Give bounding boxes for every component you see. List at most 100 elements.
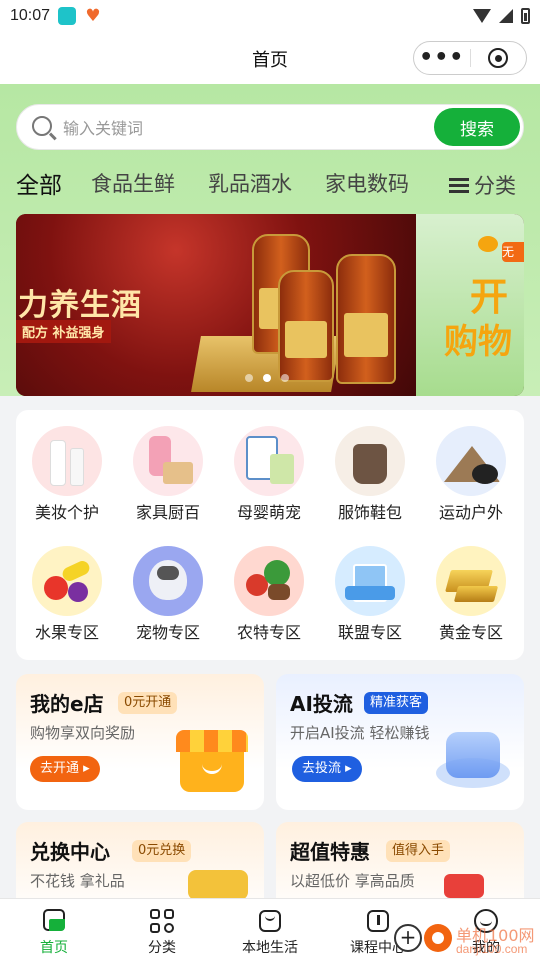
category-label: 黄金专区 [438, 623, 503, 642]
promo-tag: 值得入手 [386, 840, 451, 862]
pagination-dot-active[interactable] [263, 374, 271, 382]
wifi-icon [473, 9, 491, 23]
mini-program-capsule: ••• [413, 41, 527, 75]
list-icon [449, 177, 469, 193]
category-label: 农特专区 [236, 623, 301, 642]
banner-slide-sub: 配方 补益强身 [22, 326, 105, 341]
promo-title: 我的e店 [30, 692, 104, 716]
vegetables-icon [234, 546, 304, 616]
category-cosmetics[interactable]: 美妆个护 [22, 426, 112, 523]
banner-slide-title: 力养生酒 [18, 288, 142, 323]
promo-banner[interactable]: 力养生酒 配方 补益强身 无 开 购物 [16, 214, 524, 396]
category-label: 服饰鞋包 [337, 503, 402, 522]
wine-bottle-image [278, 270, 334, 382]
plus-icon: + [394, 924, 422, 952]
battery-icon [521, 8, 530, 24]
banner-slide-wine: 力养生酒 配方 补益强身 [16, 214, 416, 396]
promo-title: AI投流 [290, 692, 353, 716]
tabbar-local-life[interactable]: 本地生活 [216, 907, 324, 957]
category-apparel[interactable]: 服饰鞋包 [325, 426, 415, 523]
fruit-icon [32, 546, 102, 616]
close-program-button[interactable] [471, 48, 527, 68]
special-offer-icon [444, 874, 484, 898]
pagination-dot[interactable] [281, 374, 289, 382]
category-gold[interactable]: 黄金专区 [426, 546, 516, 643]
search-bar: 搜索 [16, 104, 524, 150]
search-button[interactable]: 搜索 [434, 108, 520, 146]
tab-electronics[interactable]: 家电数码 [325, 168, 409, 198]
category-household[interactable]: 家具厨百 [123, 426, 213, 523]
app-notification-icon [58, 7, 77, 25]
category-outdoor[interactable]: 运动户外 [426, 426, 516, 523]
search-input[interactable] [63, 113, 423, 143]
category-grid: 美妆个护 家具厨百 母婴萌宠 服饰鞋包 运动户外 水果专区 宠物专区 农特专区 … [16, 410, 524, 660]
more-menu-button[interactable]: ••• [414, 47, 470, 69]
tabbar-label: 首页 [40, 940, 68, 956]
home-icon [40, 907, 68, 935]
category-tabs: 全部 食品生鲜 乳品酒水 家电数码 分类 [16, 166, 524, 200]
promo-tag: 0元兑换 [132, 840, 192, 862]
category-pets[interactable]: 宠物专区 [123, 546, 213, 643]
gold-bar-icon [436, 546, 506, 616]
promo-subtitle: 购物享双向奖励 [30, 724, 136, 742]
tab-all[interactable]: 全部 [16, 166, 62, 200]
category-label: 运动户外 [438, 503, 503, 522]
course-icon [364, 907, 392, 935]
bee-icon [478, 236, 498, 252]
promo-title: 兑换中心 [30, 840, 110, 864]
handbag-icon [335, 426, 405, 496]
promo-subtitle: 开启AI投流 轻松赚钱 [290, 724, 430, 742]
category-label: 美妆个护 [34, 503, 99, 522]
building-icon [335, 546, 405, 616]
tent-icon [436, 426, 506, 496]
heart-notification-icon: ♥ [85, 6, 101, 26]
category-baby[interactable]: 母婴萌宠 [224, 426, 314, 523]
grid-icon [148, 907, 176, 935]
ai-icon [436, 730, 510, 794]
tab-category[interactable]: 分类 [449, 170, 516, 200]
promo-tag: 精准获客 [364, 692, 429, 714]
promo-tag: 0元开通 [118, 692, 178, 714]
target-icon [488, 48, 509, 68]
pagination-dot[interactable] [245, 374, 253, 382]
ai-traffic-button[interactable]: 去投流 ▸ [292, 756, 362, 782]
promo-subtitle: 不花钱 拿礼品 [30, 872, 125, 890]
tab-food[interactable]: 食品生鲜 [91, 168, 175, 198]
open-estore-button[interactable]: 去开通 ▸ [30, 756, 100, 782]
promo-card-estore[interactable]: 我的e店 0元开通 购物享双向奖励 去开通 ▸ [16, 674, 264, 810]
category-label: 家具厨百 [135, 503, 200, 522]
category-label: 水果专区 [34, 623, 99, 642]
banner-next-sub: 购物 [444, 322, 512, 362]
exchange-gift-icon [188, 870, 248, 900]
category-label: 联盟专区 [337, 623, 402, 642]
tabbar-label: 分类 [148, 940, 176, 956]
banner-ribbon: 配方 补益强身 [16, 320, 111, 343]
shop-icon [176, 730, 248, 794]
baby-formula-icon [234, 426, 304, 496]
signal-icon [499, 9, 513, 23]
nav-bar: 首页 ••• [0, 32, 540, 84]
tabbar-home[interactable]: 首页 [0, 907, 108, 957]
banner-pagination [245, 374, 289, 382]
category-alliance[interactable]: 联盟专区 [325, 546, 415, 643]
promo-card-ai[interactable]: AI投流 精准获客 开启AI投流 轻松赚钱 去投流 ▸ [276, 674, 524, 810]
banner-next-title: 开 [470, 275, 509, 319]
category-label: 母婴萌宠 [236, 503, 301, 522]
banner-next-badge: 无 [502, 242, 524, 262]
status-bar: 10:07 ♥ [0, 0, 540, 32]
banner-slide-next: 无 开 购物 [416, 214, 524, 396]
watermark-url: danji100.com [456, 942, 528, 956]
category-label: 宠物专区 [135, 623, 200, 642]
tab-category-label: 分类 [474, 174, 516, 198]
category-fruit[interactable]: 水果专区 [22, 546, 112, 643]
wine-bottle-image [336, 254, 396, 384]
promo-title: 超值特惠 [290, 840, 370, 864]
dog-icon [133, 546, 203, 616]
shopping-bag-icon [256, 907, 284, 935]
tabbar-category[interactable]: 分类 [108, 907, 216, 957]
tab-dairy-wine[interactable]: 乳品酒水 [208, 168, 292, 198]
household-icon [133, 426, 203, 496]
category-farm[interactable]: 农特专区 [224, 546, 314, 643]
site-watermark: + 单机100网 danji100.com [394, 912, 540, 960]
promo-subtitle: 以超低价 享高品质 [290, 872, 415, 890]
